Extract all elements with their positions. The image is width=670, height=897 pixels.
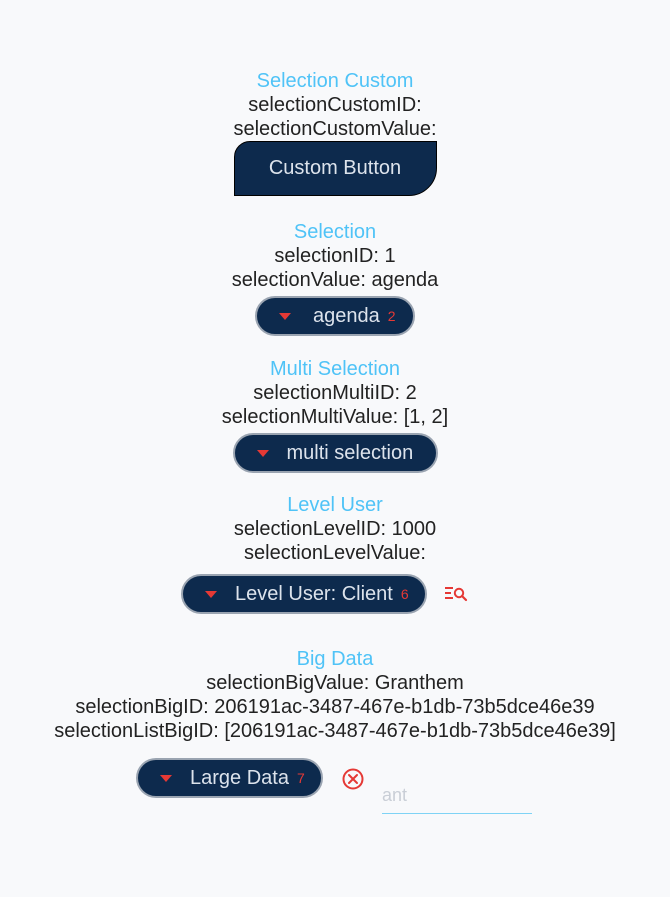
custom-button[interactable]: Custom Button	[233, 141, 437, 196]
big-data-dropdown[interactable]: Large Data 7	[136, 758, 323, 798]
selection-id: selectionID: 1	[274, 245, 396, 267]
selection-custom-section: Selection Custom selectionCustomID: sele…	[0, 69, 670, 196]
multi-selection-title: Multi Selection	[269, 358, 401, 380]
multi-selection-id: selectionMultiID: 2	[253, 382, 417, 404]
selection-custom-id: selectionCustomID:	[248, 94, 422, 116]
big-data-section: Big Data selectionBigValue: Granthem sel…	[0, 647, 670, 743]
big-data-list-id: selectionListBigID: [206191ac-3487-467e-…	[54, 720, 616, 742]
multi-selection-value: selectionMultiValue: [1, 2]	[221, 406, 449, 428]
multi-selection-section: Multi Selection selectionMultiID: 2 sele…	[0, 357, 670, 473]
dropdown-caret-icon	[279, 312, 291, 320]
multi-selection-row: multi selection	[0, 433, 670, 473]
selection-custom-title: Selection Custom	[256, 70, 414, 92]
page: Selection Custom selectionCustomID: sele…	[0, 0, 670, 897]
multi-selection-dropdown-label: multi selection	[286, 441, 414, 464]
dropdown-caret-icon	[256, 449, 269, 457]
selection-value: selectionValue: agenda	[231, 269, 439, 291]
selection-dropdown-label: agenda	[313, 304, 380, 327]
big-data-value: selectionBigValue: Granthem	[206, 672, 464, 694]
level-user-dropdown-label: Level User: Client	[235, 582, 393, 605]
level-user-section: Level User selectionLevelID: 1000 select…	[0, 493, 670, 565]
level-user-count-badge: 6	[400, 586, 409, 602]
big-data-title: Big Data	[296, 648, 374, 670]
level-user-value: selectionLevelValue:	[244, 542, 426, 564]
level-user-dropdown[interactable]: Level User: Client 6	[181, 574, 427, 614]
level-user-id: selectionLevelID: 1000	[233, 518, 437, 540]
selection-title: Selection	[293, 221, 377, 243]
big-data-count-badge: 7	[296, 770, 305, 786]
dropdown-caret-icon	[160, 774, 172, 782]
level-user-title: Level User	[287, 494, 383, 516]
selection-row: agenda 2	[0, 296, 670, 336]
big-data-dropdown-label: Large Data	[190, 766, 289, 789]
selection-custom-value: selectionCustomValue:	[233, 118, 437, 140]
clear-circle-icon[interactable]	[341, 767, 365, 791]
big-data-search-input[interactable]	[382, 778, 532, 814]
multi-selection-dropdown[interactable]: multi selection	[232, 433, 438, 473]
selection-count-badge: 2	[387, 308, 396, 324]
dropdown-caret-icon	[205, 590, 217, 598]
search-list-icon[interactable]	[444, 583, 468, 607]
selection-dropdown[interactable]: agenda 2	[255, 296, 415, 336]
big-data-id: selectionBigID: 206191ac-3487-467e-b1db-…	[75, 696, 595, 718]
selection-section: Selection selectionID: 1 selectionValue:…	[0, 220, 670, 336]
